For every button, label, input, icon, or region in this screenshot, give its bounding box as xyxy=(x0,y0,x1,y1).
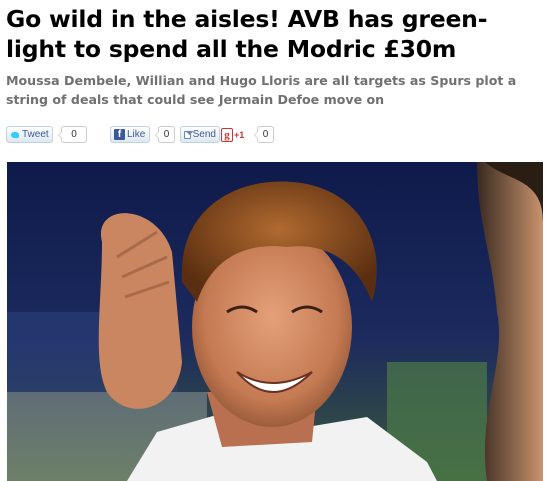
news-photo xyxy=(7,162,543,481)
facebook-like-label: Like xyxy=(127,129,146,140)
share-bar: Tweet 0 f Like 0 Send g +1 0 xyxy=(6,126,546,144)
send-label: Send xyxy=(192,129,216,140)
tweet-count: 0 xyxy=(58,126,87,143)
google-plus-label: +1 xyxy=(234,129,245,140)
facebook-f-icon: f xyxy=(114,129,125,140)
facebook-like-button[interactable]: f Like xyxy=(110,126,150,143)
tweet-label: Tweet xyxy=(22,129,49,140)
twitter-bird-icon xyxy=(10,131,20,139)
tweet-button[interactable]: Tweet xyxy=(6,126,53,143)
article-headline: Go wild in the aisles! AVB has green-lig… xyxy=(6,5,488,63)
google-plus-icon: g xyxy=(221,127,233,142)
facebook-send-button[interactable]: Send xyxy=(180,126,220,143)
envelope-icon xyxy=(184,130,191,139)
google-plus-button[interactable]: g +1 xyxy=(221,126,251,143)
tweet-count-value: 0 xyxy=(71,129,77,140)
facebook-count-value: 0 xyxy=(163,129,170,140)
facebook-like-count: 0 xyxy=(155,126,175,143)
google-plus-count-value: 0 xyxy=(262,129,269,140)
article-photo xyxy=(7,162,543,481)
article-standfirst: Moussa Dembele, Willian and Hugo Lloris … xyxy=(6,73,517,107)
google-plus-count: 0 xyxy=(254,126,274,143)
